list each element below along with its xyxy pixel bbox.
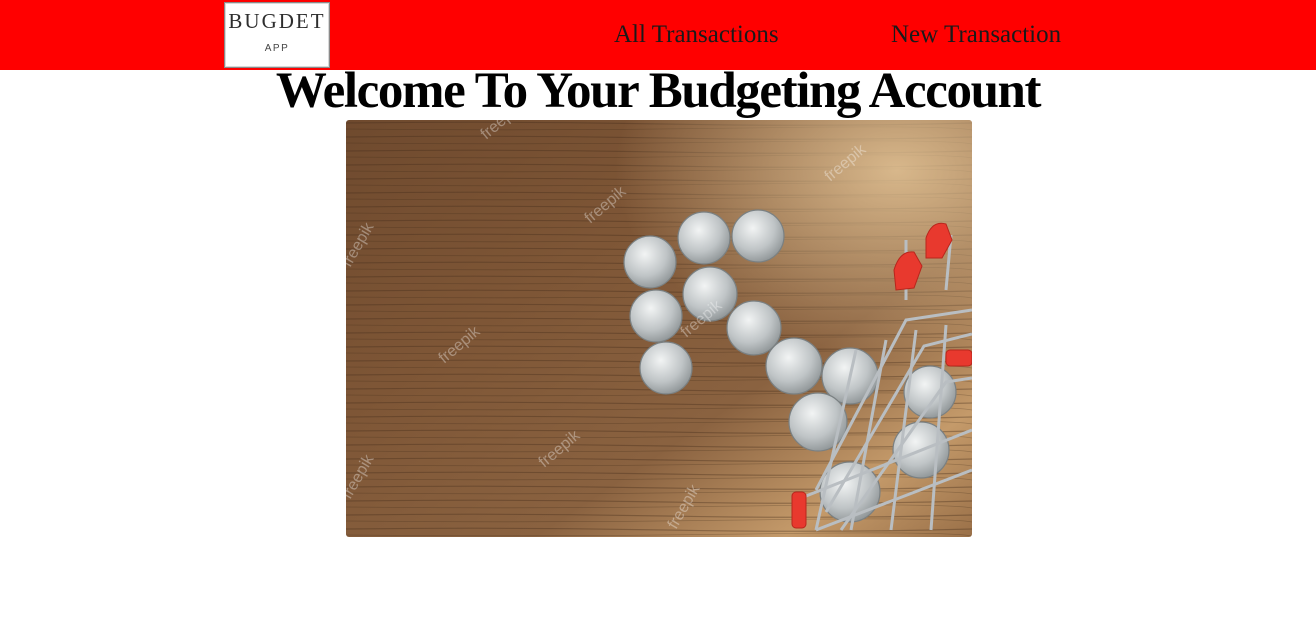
nav-link-new-transaction[interactable]: New Transaction [891,19,1061,51]
nav-link-all-transactions[interactable]: All Transactions [614,19,779,51]
brand-logo[interactable]: BUGDET APP [224,2,330,68]
logo-subtitle: APP [264,43,290,54]
navbar: BUGDET APP All Transactions New Transact… [0,0,1316,70]
hero-image: freepik freepik freepik freepik freepik … [346,120,972,537]
logo-title: BUGDET [228,9,326,33]
page-title: Welcome To Your Budgeting Account [275,63,1042,119]
